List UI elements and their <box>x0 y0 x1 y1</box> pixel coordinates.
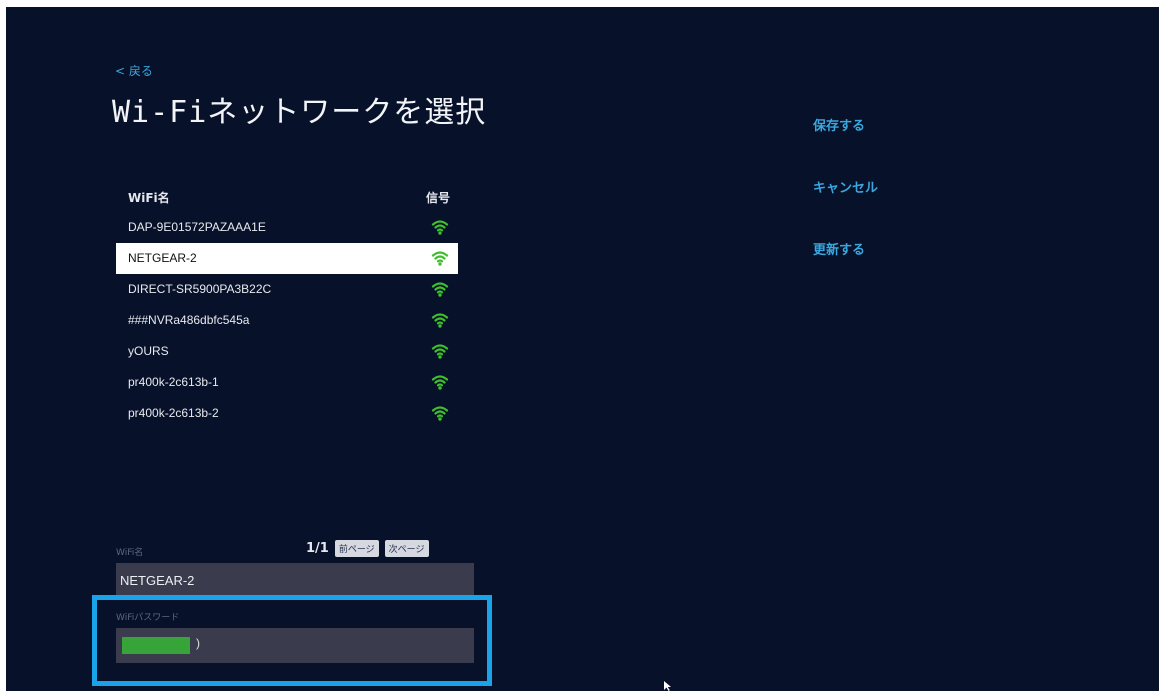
network-row[interactable]: NETGEAR-2 <box>116 243 458 274</box>
wifi-icon <box>431 282 449 297</box>
mouse-pointer-icon <box>664 681 671 691</box>
network-row[interactable]: DIRECT-SR5900PA3B22C <box>116 274 458 305</box>
network-row[interactable]: ###NVRa486dbfc545a <box>116 305 458 336</box>
next-page-button[interactable]: 次ページ <box>384 540 429 557</box>
password-highlight-box <box>92 595 492 686</box>
column-header-name: WiFi名 <box>128 191 170 205</box>
network-row[interactable]: pr400k-2c613b-2 <box>116 398 458 429</box>
pagination: 1/1 前ページ 次ページ <box>306 540 429 557</box>
wifi-icon <box>431 375 449 390</box>
prev-page-button[interactable]: 前ページ <box>334 540 379 557</box>
settings-screen: < 戻る Wi-Fiネットワークを選択 保存する キャンセル 更新する WiFi… <box>6 7 1159 691</box>
wifi-icon <box>431 220 449 235</box>
wifi-icon <box>431 344 449 359</box>
side-actions: 保存する キャンセル 更新する <box>813 115 878 301</box>
ssid-input[interactable]: NETGEAR-2 <box>116 563 474 598</box>
page-title: Wi-Fiネットワークを選択 <box>112 95 487 130</box>
network-row[interactable]: DAP-9E01572PAZAAA1E <box>116 212 458 243</box>
ssid-field-label: WiFi名 <box>116 548 144 558</box>
network-ssid: ###NVRa486dbfc545a <box>128 313 250 327</box>
network-row[interactable]: pr400k-2c613b-1 <box>116 367 458 398</box>
wifi-icon <box>431 251 449 266</box>
network-ssid: pr400k-2c613b-2 <box>128 406 219 420</box>
back-link[interactable]: < 戻る <box>115 62 153 79</box>
network-row[interactable]: yOURS <box>116 336 458 367</box>
wifi-icon <box>431 313 449 328</box>
cancel-button[interactable]: キャンセル <box>813 177 878 239</box>
network-ssid: DAP-9E01572PAZAAA1E <box>128 220 266 234</box>
network-ssid: pr400k-2c613b-1 <box>128 375 219 389</box>
column-header-signal: 信号 <box>426 191 451 205</box>
refresh-button[interactable]: 更新する <box>813 239 878 301</box>
network-list: DAP-9E01572PAZAAA1E NETGEAR-2 DIRECT-SR590… <box>116 212 458 429</box>
network-ssid: NETGEAR-2 <box>128 251 197 265</box>
wifi-icon <box>431 406 449 421</box>
network-ssid: yOURS <box>128 344 169 358</box>
network-ssid: DIRECT-SR5900PA3B22C <box>128 282 272 296</box>
page-counter: 1/1 <box>306 541 329 556</box>
save-button[interactable]: 保存する <box>813 115 878 177</box>
